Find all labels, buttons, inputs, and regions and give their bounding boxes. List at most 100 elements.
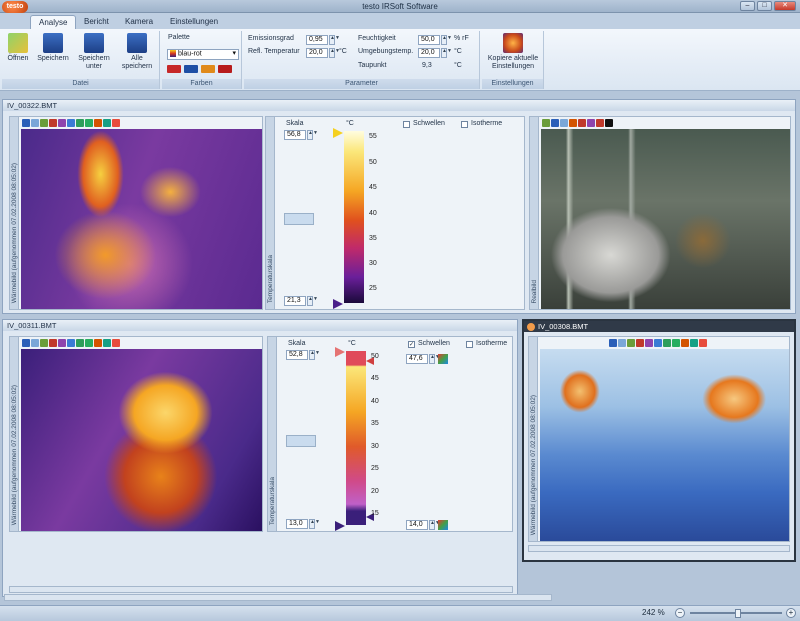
app-logo[interactable]: testo [2,1,28,13]
humidity-field[interactable]: 50,0 [418,35,440,45]
horizontal-scrollbar[interactable] [9,586,513,593]
compare-icon[interactable] [58,339,66,347]
refl-temp-field[interactable]: 20,0 [306,48,328,58]
scale-max-stepper[interactable]: ▲▼ [307,130,318,140]
spot-icon[interactable] [103,339,111,347]
save-button[interactable]: Speichern [36,33,70,63]
profile-icon[interactable] [76,119,84,127]
coldspot-icon[interactable] [699,339,707,347]
zoom-in-icon[interactable]: + [786,608,796,618]
palette-icon[interactable] [49,119,57,127]
copy-icon[interactable] [31,339,39,347]
zoom-out-icon[interactable]: − [675,608,685,618]
palette-icon[interactable] [636,339,644,347]
real-panel-tab[interactable]: Realbild [530,117,539,309]
upper-threshold-field[interactable]: 47,6 [406,354,428,364]
histogram-icon[interactable] [672,339,680,347]
tab-bericht[interactable]: Bericht [76,15,117,29]
threshold-checkbox[interactable]: ✓ [408,341,415,348]
scale-min-stepper[interactable]: ▲▼ [307,296,318,306]
export-icon[interactable] [627,339,635,347]
palette-icon[interactable] [49,339,57,347]
scale-max-stepper[interactable]: ▲▼ [309,350,320,360]
ir-panel-tab[interactable]: Wärmebild (aufgenommen 07.02.2008 08:05:… [529,337,538,541]
upper-threshold-stepper[interactable]: ▲▼ [429,354,440,364]
min-slider-handle[interactable] [333,299,343,309]
minimize-icon[interactable]: – [740,1,755,11]
document-title[interactable]: IV_00308.BMT [524,321,794,332]
coldspot-icon[interactable] [112,119,120,127]
thermal-image[interactable] [540,349,789,541]
scale-max-field[interactable]: 52,8 [286,350,308,360]
auto-scale-icon[interactable] [284,213,314,225]
close-icon[interactable]: ✕ [774,1,796,11]
compare-icon[interactable] [645,339,653,347]
thermometer-icon[interactable] [67,339,75,347]
save-icon[interactable] [22,119,30,127]
save-all-button[interactable]: Alle speichern [118,33,156,71]
export-icon[interactable] [569,119,577,127]
copy-icon[interactable] [560,119,568,127]
color-iso-icon[interactable] [201,65,215,73]
document-title[interactable]: IV_00311.BMT [3,320,517,331]
scale-panel-tab[interactable]: Temperaturskala [266,117,275,309]
compare-icon[interactable] [58,119,66,127]
scale-min-field[interactable]: 21,3 [284,296,306,306]
ambient-temp-field[interactable]: 20,0 [418,48,440,58]
contrast-icon[interactable] [605,119,613,127]
scale-panel-tab[interactable]: Temperaturskala [268,337,277,531]
scale-min-stepper[interactable]: ▲▼ [309,519,320,529]
lower-threshold-field[interactable]: 14,0 [406,520,428,530]
histogram-icon[interactable] [85,339,93,347]
zoom-slider-handle[interactable] [735,609,741,618]
delete-icon[interactable] [578,119,586,127]
save-icon[interactable] [609,339,617,347]
open-button[interactable]: Öffnen [4,33,32,63]
scale-max-field[interactable]: 56,8 [284,130,306,140]
copy-icon[interactable] [31,119,39,127]
ir-panel-tab[interactable]: Wärmebild (aufgenommen 07.02.2008 08:05:… [10,337,19,531]
humidity-stepper[interactable]: ▲▼ [441,35,452,45]
workspace-scrollbar[interactable] [4,594,552,601]
tab-analyse[interactable]: Analyse [30,15,77,29]
thermal-image[interactable] [21,129,262,309]
tab-kamera[interactable]: Kamera [117,15,161,29]
export-icon[interactable] [40,339,48,347]
horizontal-scrollbar[interactable] [528,545,790,552]
coldspot-icon[interactable] [112,339,120,347]
document-title[interactable]: IV_00322.BMT [3,100,795,111]
threshold-checkbox[interactable] [403,121,410,128]
thermal-image[interactable] [21,349,262,531]
hotspot-icon[interactable] [681,339,689,347]
thermometer-icon[interactable] [654,339,662,347]
export-icon[interactable] [40,119,48,127]
save-icon[interactable] [551,119,559,127]
min-slider-handle[interactable] [335,521,345,531]
hotspot-icon[interactable] [94,119,102,127]
refl-temp-stepper[interactable]: ▲▼ [329,48,340,58]
color-max-icon[interactable] [167,65,181,73]
compare-icon[interactable] [587,119,595,127]
emission-stepper[interactable]: ▲▼ [329,35,340,45]
max-slider-handle[interactable] [335,347,345,357]
open-icon[interactable] [542,119,550,127]
save-icon[interactable] [22,339,30,347]
palette-select[interactable]: blau-rot ▾ [167,49,239,60]
emission-field[interactable]: 0,95 [306,35,328,45]
ambient-temp-stepper[interactable]: ▲▼ [441,48,452,58]
palette-icon[interactable] [596,119,604,127]
color-thr-icon[interactable] [218,65,232,73]
isotherm-checkbox[interactable] [466,341,473,348]
copy-icon[interactable] [618,339,626,347]
max-slider-handle[interactable] [333,128,343,138]
ir-panel-tab[interactable]: Wärmebild (aufgenommen 07.02.2008 08:05:… [10,117,19,309]
upper-color-icon[interactable] [438,354,448,364]
real-photo[interactable] [541,129,790,309]
tab-einstellungen[interactable]: Einstellungen [162,15,226,29]
spot-icon[interactable] [103,119,111,127]
profile-icon[interactable] [663,339,671,347]
copy-settings-button[interactable]: Kopiere aktuelle Einstellungen [483,33,543,71]
isotherm-checkbox[interactable] [461,121,468,128]
scale-min-field[interactable]: 13,0 [286,519,308,529]
hotspot-icon[interactable] [94,339,102,347]
